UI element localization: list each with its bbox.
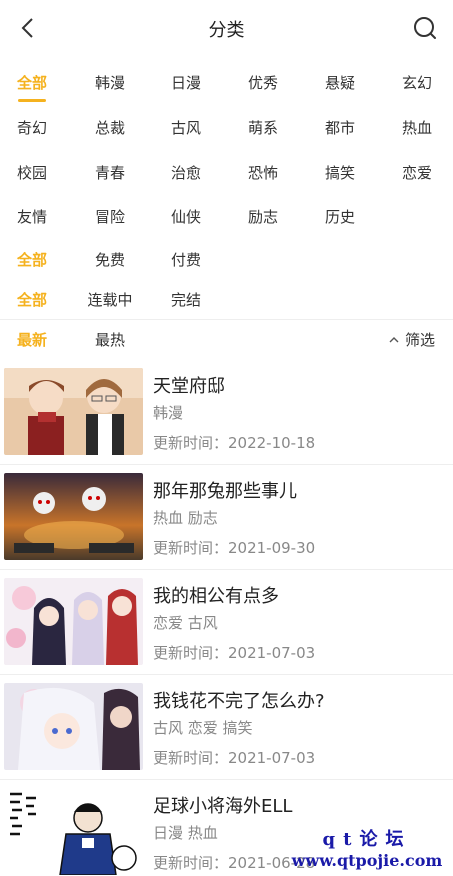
price-paid[interactable]: 付费 — [156, 249, 216, 271]
comic-update-time: 更新时间：2022-10-18 — [153, 434, 316, 452]
genre-ceo[interactable]: 总裁 — [80, 117, 140, 139]
comic-title: 天堂府邸 — [153, 376, 225, 397]
genre-comedy[interactable]: 搞笑 — [310, 162, 370, 184]
genre-youth[interactable]: 青春 — [80, 162, 140, 184]
genre-inspirational[interactable]: 励志 — [233, 206, 293, 228]
comic-tags: 古风 恋爱 搞笑 — [153, 719, 253, 737]
filter-toggle-button[interactable]: 筛选 — [389, 329, 435, 350]
genre-fantasy[interactable]: 奇幻 — [2, 117, 62, 139]
genre-friendship[interactable]: 友情 — [2, 206, 62, 228]
comic-cover — [4, 683, 143, 770]
status-completed[interactable]: 完结 — [156, 289, 216, 311]
genre-filter-row-4: 友情 冒险 仙侠 励志 历史 — [0, 206, 453, 232]
sort-hottest[interactable]: 最热 — [95, 329, 125, 350]
genre-ancient[interactable]: 古风 — [156, 117, 216, 139]
status-all[interactable]: 全部 — [2, 289, 62, 311]
comic-cover — [4, 368, 143, 455]
comic-cover — [4, 473, 143, 560]
chevron-up-icon — [389, 336, 399, 342]
genre-all[interactable]: 全部 — [2, 72, 62, 94]
sort-bar: 最新 最热 筛选 — [0, 319, 453, 357]
comic-tags: 韩漫 — [153, 404, 184, 422]
genre-filter-row-1: 全部 韩漫 日漫 优秀 悬疑 玄幻 — [0, 72, 453, 98]
filter-label: 筛选 — [404, 331, 435, 349]
comic-update-time: 更新时间：2021-07-03 — [153, 749, 316, 767]
genre-urban[interactable]: 都市 — [310, 117, 370, 139]
comic-item[interactable]: 我的相公有点多 恋爱 古风 更新时间：2021-07-03 — [0, 570, 453, 675]
genre-japanese[interactable]: 日漫 — [156, 72, 216, 94]
comic-item[interactable]: 那年那兔那些事儿 热血 励志 更新时间：2021-09-30 — [0, 465, 453, 570]
genre-healing[interactable]: 治愈 — [156, 162, 216, 184]
comic-cover — [4, 788, 143, 875]
status-ongoing[interactable]: 连载中 — [80, 289, 140, 311]
genre-filter-row-2: 奇幻 总裁 古风 萌系 都市 热血 — [0, 117, 453, 143]
genre-excellent[interactable]: 优秀 — [233, 72, 293, 94]
genre-campus[interactable]: 校园 — [2, 162, 62, 184]
page-title: 分类 — [208, 20, 245, 41]
comic-tags: 热血 励志 — [153, 509, 218, 527]
genre-filter-row-3: 校园 青春 治愈 恐怖 搞笑 恋爱 — [0, 162, 453, 188]
top-bar: 分类 — [0, 0, 453, 56]
price-all[interactable]: 全部 — [2, 249, 62, 271]
comic-update-time: 更新时间：2021-09-30 — [153, 539, 316, 557]
price-filter-row: 全部 免费 付费 — [0, 249, 453, 275]
comic-update-time: 更新时间：2021-06-28 — [153, 854, 316, 872]
comic-update-time: 更新时间：2021-07-03 — [153, 644, 316, 662]
genre-suspense[interactable]: 悬疑 — [310, 72, 370, 94]
comic-item[interactable]: 我钱花不完了怎么办? 古风 恋爱 搞笑 更新时间：2021-07-03 — [0, 675, 453, 780]
genre-action[interactable]: 热血 — [387, 117, 447, 139]
genre-xuanhuan[interactable]: 玄幻 — [387, 72, 447, 94]
genre-adventure[interactable]: 冒险 — [80, 206, 140, 228]
comic-tags: 日漫 热血 — [153, 824, 218, 842]
comic-item[interactable]: 天堂府邸 韩漫 更新时间：2022-10-18 — [0, 360, 453, 465]
comic-title: 那年那兔那些事儿 — [153, 481, 297, 502]
comic-cover — [4, 578, 143, 665]
search-icon — [414, 17, 436, 39]
genre-korean[interactable]: 韩漫 — [80, 72, 140, 94]
comic-item[interactable]: 足球小将海外ELL 日漫 热血 更新时间：2021-06-28 — [0, 780, 453, 876]
comic-title: 我钱花不完了怎么办? — [153, 691, 325, 712]
genre-xianxia[interactable]: 仙侠 — [156, 206, 216, 228]
genre-horror[interactable]: 恐怖 — [233, 162, 293, 184]
comic-title: 我的相公有点多 — [153, 586, 279, 607]
price-free[interactable]: 免费 — [80, 249, 140, 271]
active-filter-underline — [18, 99, 46, 102]
genre-history[interactable]: 历史 — [310, 206, 370, 228]
sort-latest[interactable]: 最新 — [17, 329, 47, 350]
search-button[interactable] — [411, 14, 439, 42]
genre-romance[interactable]: 恋爱 — [387, 162, 447, 184]
comic-tags: 恋爱 古风 — [153, 614, 218, 632]
status-filter-row: 全部 连载中 完结 — [0, 289, 453, 315]
genre-cute[interactable]: 萌系 — [233, 117, 293, 139]
comic-title: 足球小将海外ELL — [153, 796, 293, 817]
